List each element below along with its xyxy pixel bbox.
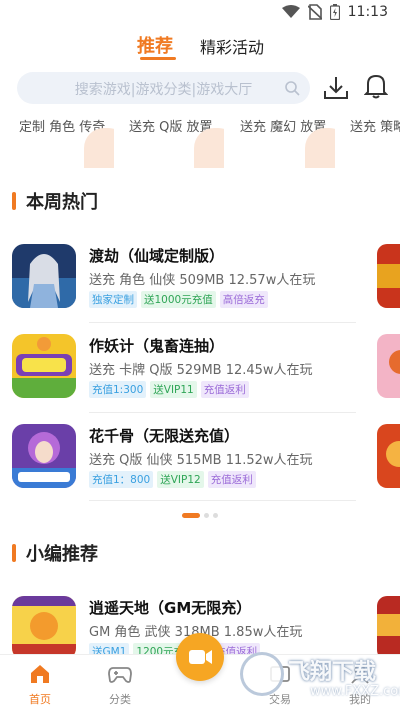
carousel-pager [182,513,218,518]
search-placeholder: 搜索游戏|游戏分类|游戏大厅 [74,82,253,98]
video-center-button[interactable] [176,633,224,681]
side-game-icon[interactable] [377,424,400,488]
home-icon [31,665,49,683]
game-icon[interactable] [12,596,76,660]
game-icon[interactable] [12,424,76,488]
side-game-icon[interactable] [377,334,400,398]
tag: 送VIP12 [157,471,204,488]
category-decoration [305,128,335,168]
row-divider [89,322,356,323]
top-tabs: 推荐 精彩活动 [0,30,400,60]
tag: 充值1:300 [89,381,147,398]
game-row[interactable]: 渡劫（仙域定制版） 送充 角色 仙侠 509MB 12.57w人在玩 独家定制 … [12,244,356,324]
side-game-icon[interactable] [377,244,400,308]
category-label: 送充 策略 [350,120,400,135]
tab-activities[interactable]: 精彩活动 [200,34,264,58]
nav-label: 首页 [29,693,51,706]
pager-dot [213,513,218,518]
battery-icon [329,4,340,20]
section-title-text: 小编推荐 [26,544,98,565]
pager-dot-active [182,513,200,518]
game-row[interactable]: 花千骨（无限送充值） 送充 Q版 仙侠 515MB 11.52w人在玩 充值1：… [12,424,356,504]
watermark-url: www.FXXZ.com [310,684,400,699]
tag: 充值1：800 [89,471,154,488]
status-icons: 11:13 [281,4,388,20]
category-card[interactable]: 送充 Q版 放置 [122,110,224,168]
status-bar: 11:13 [0,0,400,28]
tag: 充值返利 [200,381,249,398]
section-title-editor: 小编推荐 [12,540,98,566]
no-sim-icon [307,4,322,20]
category-decoration [84,128,114,168]
row-divider [89,412,356,413]
gamepad-icon [108,667,132,683]
section-title-hot: 本周热门 [12,188,98,214]
game-meta: 送充 卡牌 Q版 529MB 12.45w人在玩 [89,363,313,378]
tag: 独家定制 [89,291,137,308]
watermark: 飞翔下载 www.FXXZ.com [240,650,400,710]
category-card[interactable]: 送充 魔幻 放置 [233,110,335,168]
bell-icon[interactable] [364,72,388,100]
section-title-text: 本周热门 [26,192,98,213]
video-icon [189,650,212,664]
game-meta: 送充 Q版 仙侠 515MB 11.52w人在玩 [89,453,313,468]
game-tags: 充值1：800 送VIP12 充值返利 [89,471,256,488]
tag: 送1000元充值 [141,291,216,308]
category-card[interactable]: 定制 角色 传奇 [12,110,114,168]
game-tags: 独家定制 送1000元充值 高倍返充 [89,291,268,308]
tag: 充值返利 [207,471,256,488]
game-name: 逍遥天地（GM无限充） [89,599,252,617]
pager-dot [204,513,209,518]
watermark-text: 飞翔下载 [288,660,377,685]
game-meta: 送充 角色 仙侠 509MB 12.57w人在玩 [89,273,316,288]
category-strip: 定制 角色 传奇 送充 Q版 放置 送充 魔幻 放置 送充 策略 [0,110,400,170]
section-accent-bar [12,192,16,210]
game-icon[interactable] [12,244,76,308]
category-card[interactable]: 送充 策略 [343,110,400,168]
row-divider [89,500,356,501]
download-icon[interactable] [322,74,350,102]
wifi-icon [281,5,300,18]
tab-active-underline [140,57,176,60]
game-tags: 充值1:300 送VIP11 充值返利 [89,381,249,398]
nav-label: 分类 [109,693,131,706]
status-time: 11:13 [347,4,388,20]
category-decoration [194,128,224,168]
search-input[interactable]: 搜索游戏|游戏分类|游戏大厅 [17,72,310,104]
game-name: 作妖计（鬼畜连抽） [89,337,225,355]
tag: 高倍返充 [219,291,268,308]
nav-home[interactable]: 首页 [15,663,65,707]
tag: 送VIP11 [150,381,197,398]
nav-category[interactable]: 分类 [95,663,145,707]
game-row[interactable]: 作妖计（鬼畜连抽） 送充 卡牌 Q版 529MB 12.45w人在玩 充值1:3… [12,334,356,414]
game-name: 渡劫（仙域定制版） [89,247,225,265]
watermark-logo [240,652,284,696]
section-accent-bar [12,544,16,562]
game-icon[interactable] [12,334,76,398]
search-icon[interactable] [284,80,300,96]
tab-recommend[interactable]: 推荐 [137,32,173,58]
game-name: 花千骨（无限送充值） [89,427,240,445]
